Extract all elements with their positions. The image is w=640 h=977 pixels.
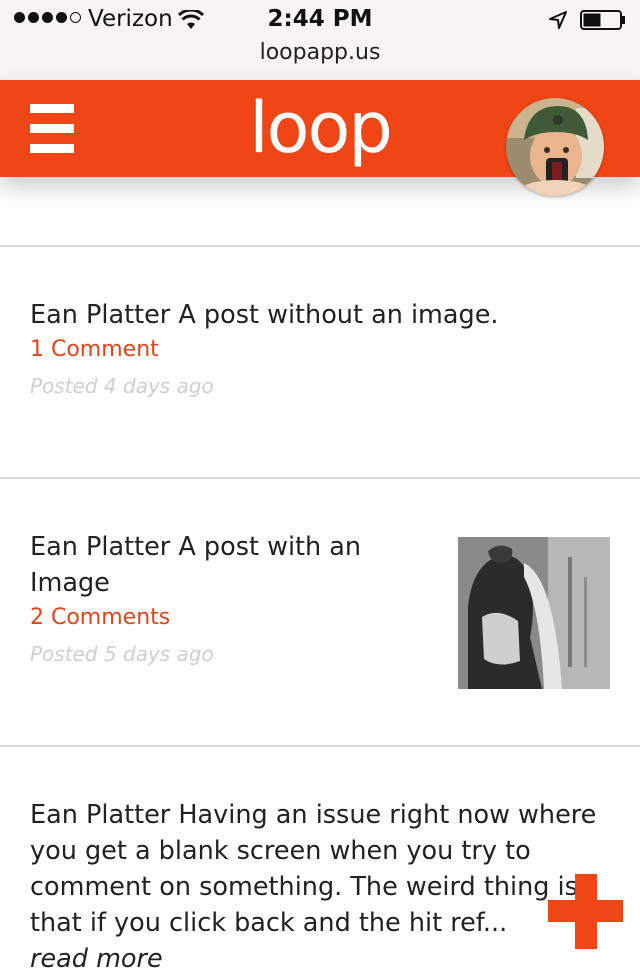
- post-text: Ean Platter A post without an image.: [30, 300, 499, 330]
- clock: 2:44 PM: [267, 6, 373, 32]
- location-arrow-icon: [549, 11, 567, 29]
- feed-divider: [0, 745, 640, 747]
- url-bar[interactable]: loopapp.us: [0, 40, 640, 65]
- post-image-thumbnail[interactable]: [458, 537, 610, 689]
- add-post-button[interactable]: [548, 874, 623, 949]
- comments-link[interactable]: 1 Comment: [30, 335, 610, 365]
- post-timestamp: Posted 4 days ago: [30, 374, 214, 398]
- read-more-link[interactable]: read more: [30, 941, 610, 977]
- post-text: Ean Platter Having an issue right now wh…: [30, 800, 597, 938]
- status-bar: Verizon 2:44 PM loopapp.us: [0, 0, 640, 81]
- post-card[interactable]: Ean Platter Having an issue right now wh…: [30, 797, 610, 977]
- post-card[interactable]: Ean Platter A post without an image. 1 C…: [30, 297, 610, 401]
- post-timestamp: Posted 5 days ago: [30, 642, 214, 666]
- user-avatar[interactable]: [506, 98, 604, 196]
- post-card[interactable]: Ean Platter A post with an Image 2 Comme…: [30, 529, 430, 669]
- battery-icon: [580, 10, 625, 30]
- post-text: Ean Platter A post with an Image: [30, 532, 362, 598]
- feed-divider: [0, 477, 640, 479]
- comments-link[interactable]: 2 Comments: [30, 603, 430, 633]
- app-header: loop: [0, 80, 640, 196]
- feed-divider: [0, 245, 640, 247]
